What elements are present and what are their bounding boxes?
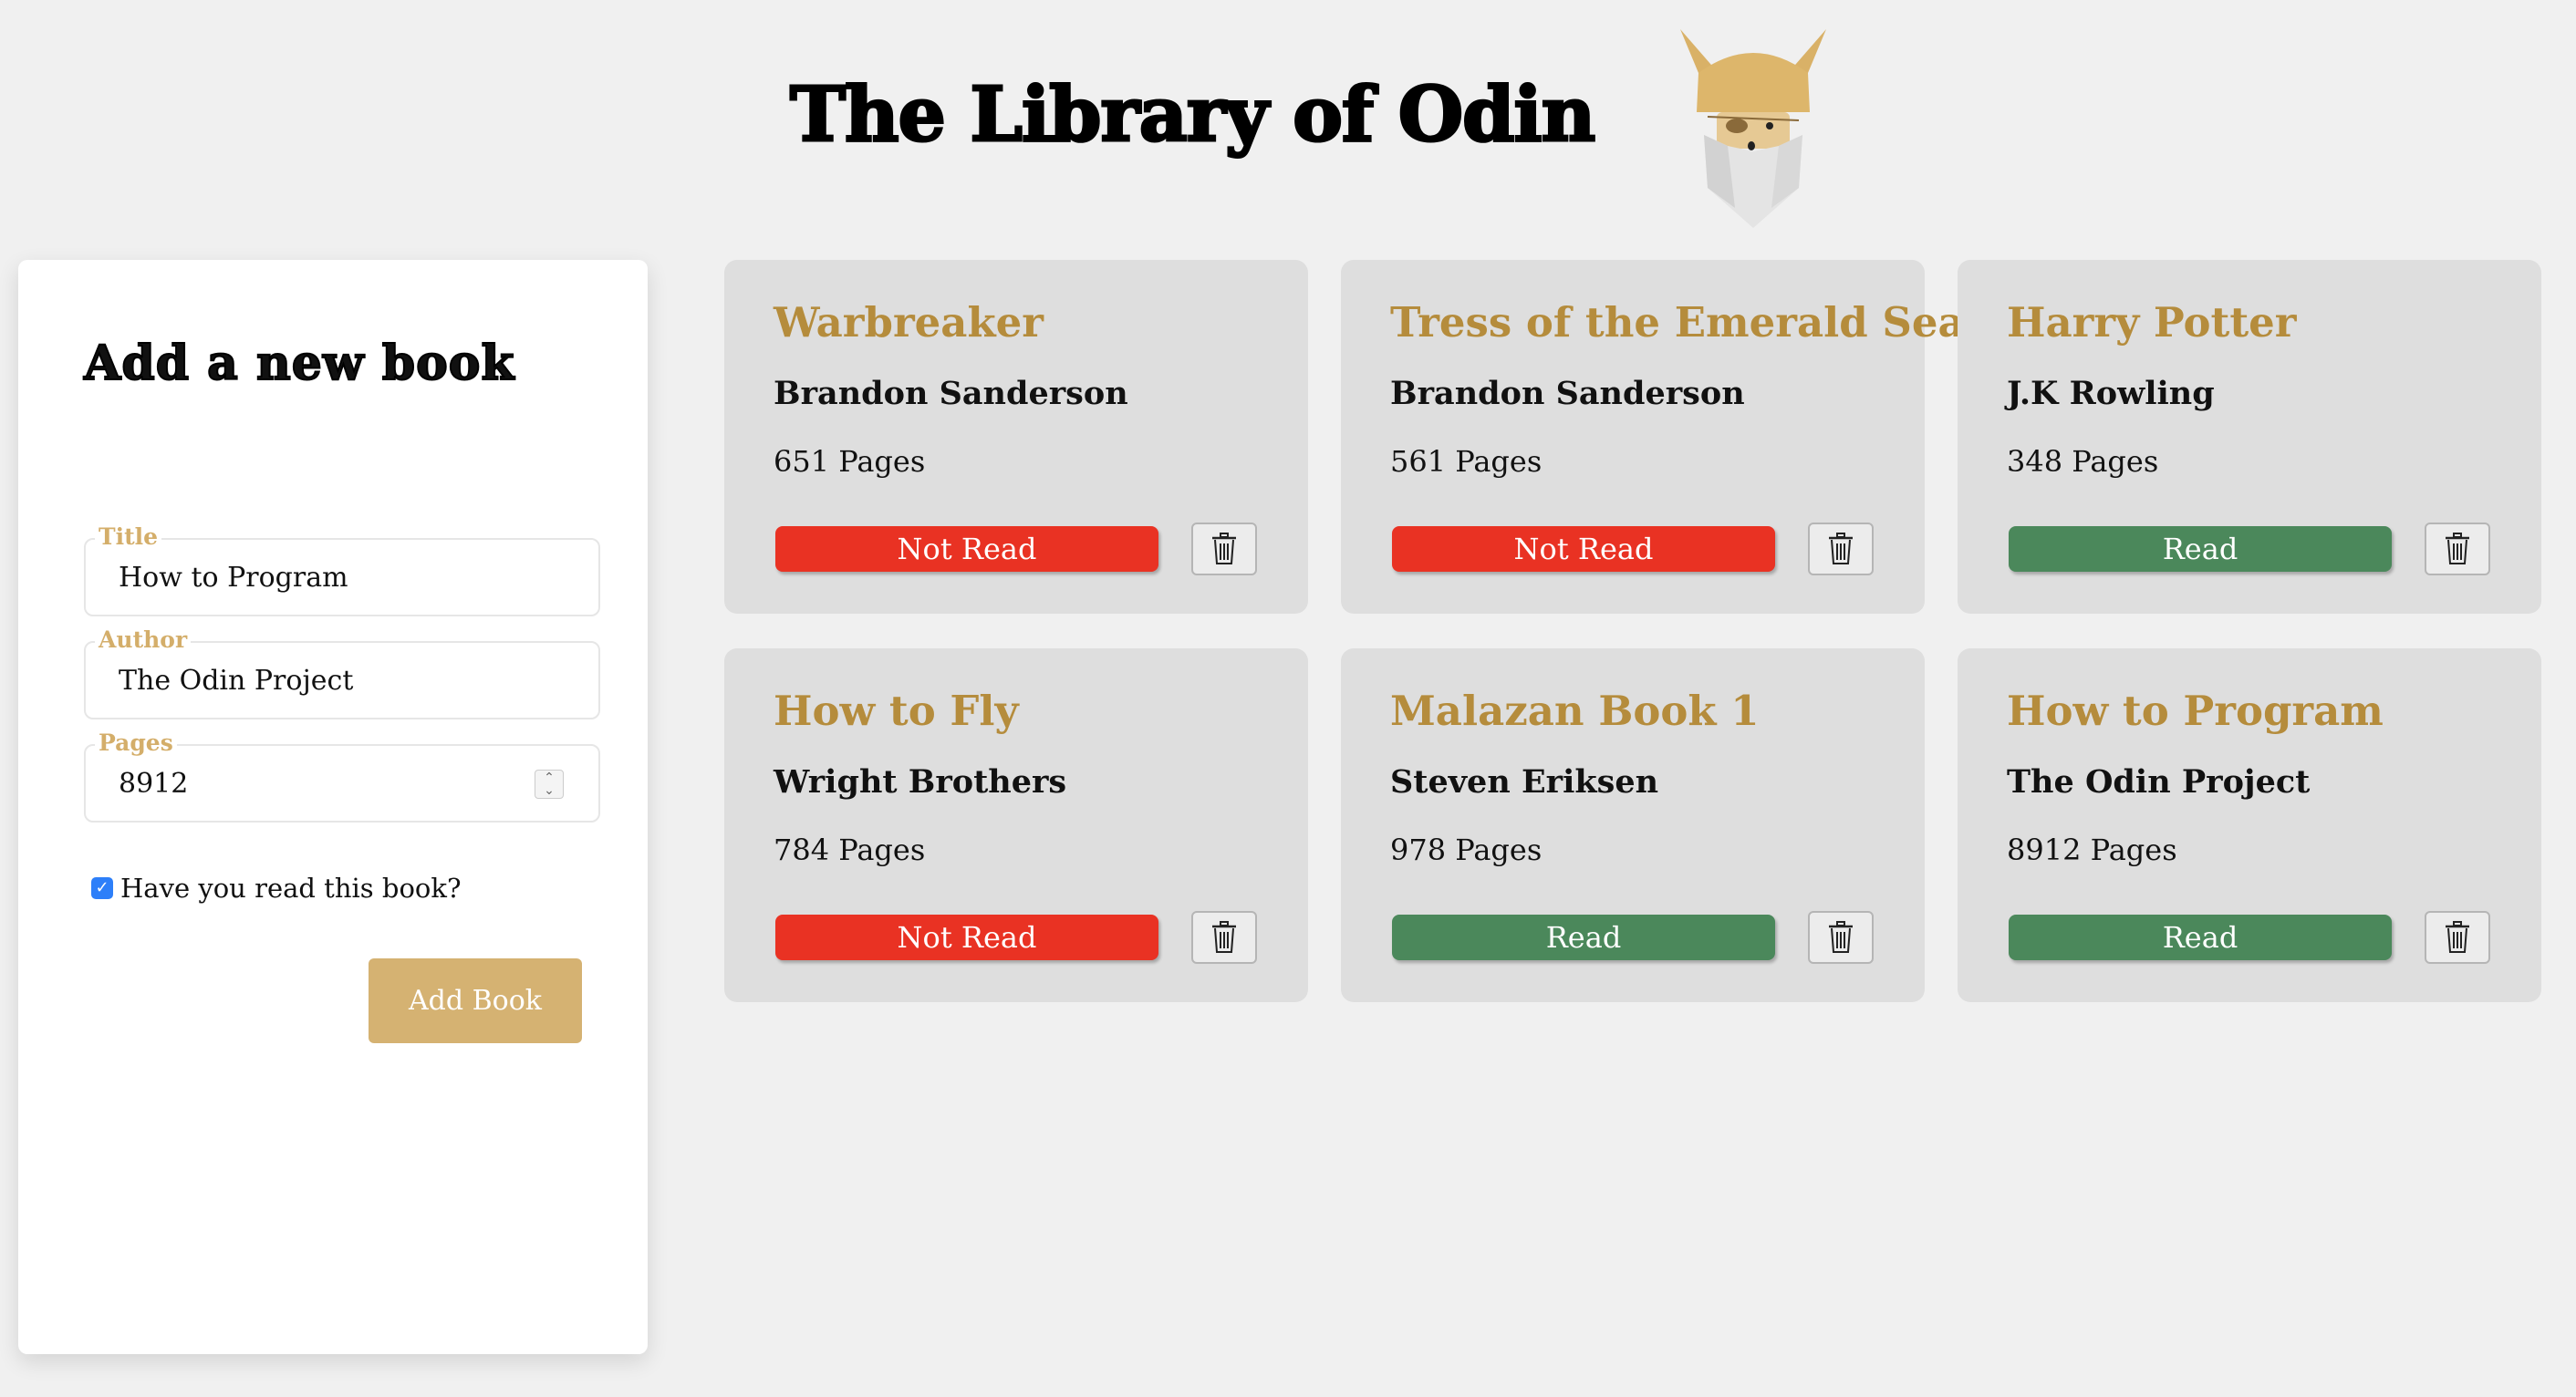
read-status-button[interactable]: Read: [2009, 526, 2392, 572]
book-author: Steven Eriksen: [1390, 763, 1659, 801]
trash-icon: [1829, 533, 1853, 564]
read-checkbox-label: Have you read this book?: [120, 873, 462, 904]
book-title: Harry Potter: [2007, 298, 2297, 347]
book-author: Brandon Sanderson: [774, 375, 1128, 412]
trash-icon: [2446, 921, 2469, 953]
trash-icon: [1829, 921, 1853, 953]
book-pages: 561 Pages: [1390, 444, 1542, 479]
delete-book-button[interactable]: [1191, 523, 1257, 575]
read-checkbox-row[interactable]: ✓ Have you read this book?: [91, 873, 462, 904]
book-card: How to Program The Odin Project 8912 Pag…: [1958, 648, 2541, 1002]
book-author: The Odin Project: [2007, 763, 2311, 801]
book-author: Wright Brothers: [774, 763, 1067, 801]
book-card: Harry Potter J.K Rowling 348 Pages Read: [1958, 260, 2541, 614]
book-title: Tress of the Emerald Sea: [1390, 298, 1965, 347]
book-card: Malazan Book 1 Steven Eriksen 978 Pages …: [1341, 648, 1925, 1002]
book-card: Tress of the Emerald Sea Brandon Sanders…: [1341, 260, 1965, 614]
book-grid: Warbreaker Brandon Sanderson 651 Pages N…: [724, 260, 2541, 1002]
title-label: Title: [95, 523, 162, 550]
author-field[interactable]: Author The Odin Project: [84, 626, 600, 719]
pages-field[interactable]: Pages 8912 ⌃ ⌄: [84, 730, 600, 823]
book-pages: 978 Pages: [1390, 833, 1542, 867]
book-author: J.K Rowling: [2007, 375, 2215, 412]
read-status-button[interactable]: Read: [1392, 915, 1775, 960]
site-title: The Library of Odin: [788, 70, 1596, 160]
read-status-button[interactable]: Not Read: [1392, 526, 1775, 572]
pages-value[interactable]: 8912: [119, 768, 188, 800]
read-status-button[interactable]: Not Read: [775, 915, 1158, 960]
form-heading: Add a new book: [83, 335, 515, 392]
delete-book-button[interactable]: [1191, 911, 1257, 964]
book-pages: 651 Pages: [774, 444, 926, 479]
trash-icon: [2446, 533, 2469, 564]
read-status-button[interactable]: Read: [2009, 915, 2392, 960]
book-pages: 8912 Pages: [2007, 833, 2177, 867]
pages-label: Pages: [95, 730, 177, 756]
book-title: How to Program: [2007, 687, 2384, 735]
trash-icon: [1212, 921, 1236, 953]
page-header: The Library of Odin: [0, 0, 2576, 228]
title-value[interactable]: How to Program: [119, 562, 348, 594]
book-pages: 348 Pages: [2007, 444, 2159, 479]
book-author: Brandon Sanderson: [1390, 375, 1745, 412]
book-card: How to Fly Wright Brothers 784 Pages Not…: [724, 648, 1308, 1002]
title-field[interactable]: Title How to Program: [84, 523, 600, 616]
read-status-button[interactable]: Not Read: [775, 526, 1158, 572]
add-book-button[interactable]: Add Book: [369, 958, 582, 1043]
author-label: Author: [95, 626, 192, 653]
book-card: Warbreaker Brandon Sanderson 651 Pages N…: [724, 260, 1308, 614]
delete-book-button[interactable]: [1808, 911, 1874, 964]
book-title: Malazan Book 1: [1390, 687, 1760, 735]
delete-book-button[interactable]: [2425, 523, 2490, 575]
read-checkbox[interactable]: ✓: [91, 877, 113, 899]
delete-book-button[interactable]: [1808, 523, 1874, 575]
delete-book-button[interactable]: [2425, 911, 2490, 964]
trash-icon: [1212, 533, 1236, 564]
author-value[interactable]: The Odin Project: [119, 665, 353, 697]
book-pages: 784 Pages: [774, 833, 926, 867]
odin-viking-icon: [1680, 29, 1826, 228]
number-stepper-icon[interactable]: ⌃ ⌄: [535, 770, 564, 799]
book-title: Warbreaker: [774, 298, 1044, 347]
book-title: How to Fly: [774, 687, 1019, 735]
add-book-form: Add a new book Title How to Program Auth…: [18, 260, 648, 1354]
